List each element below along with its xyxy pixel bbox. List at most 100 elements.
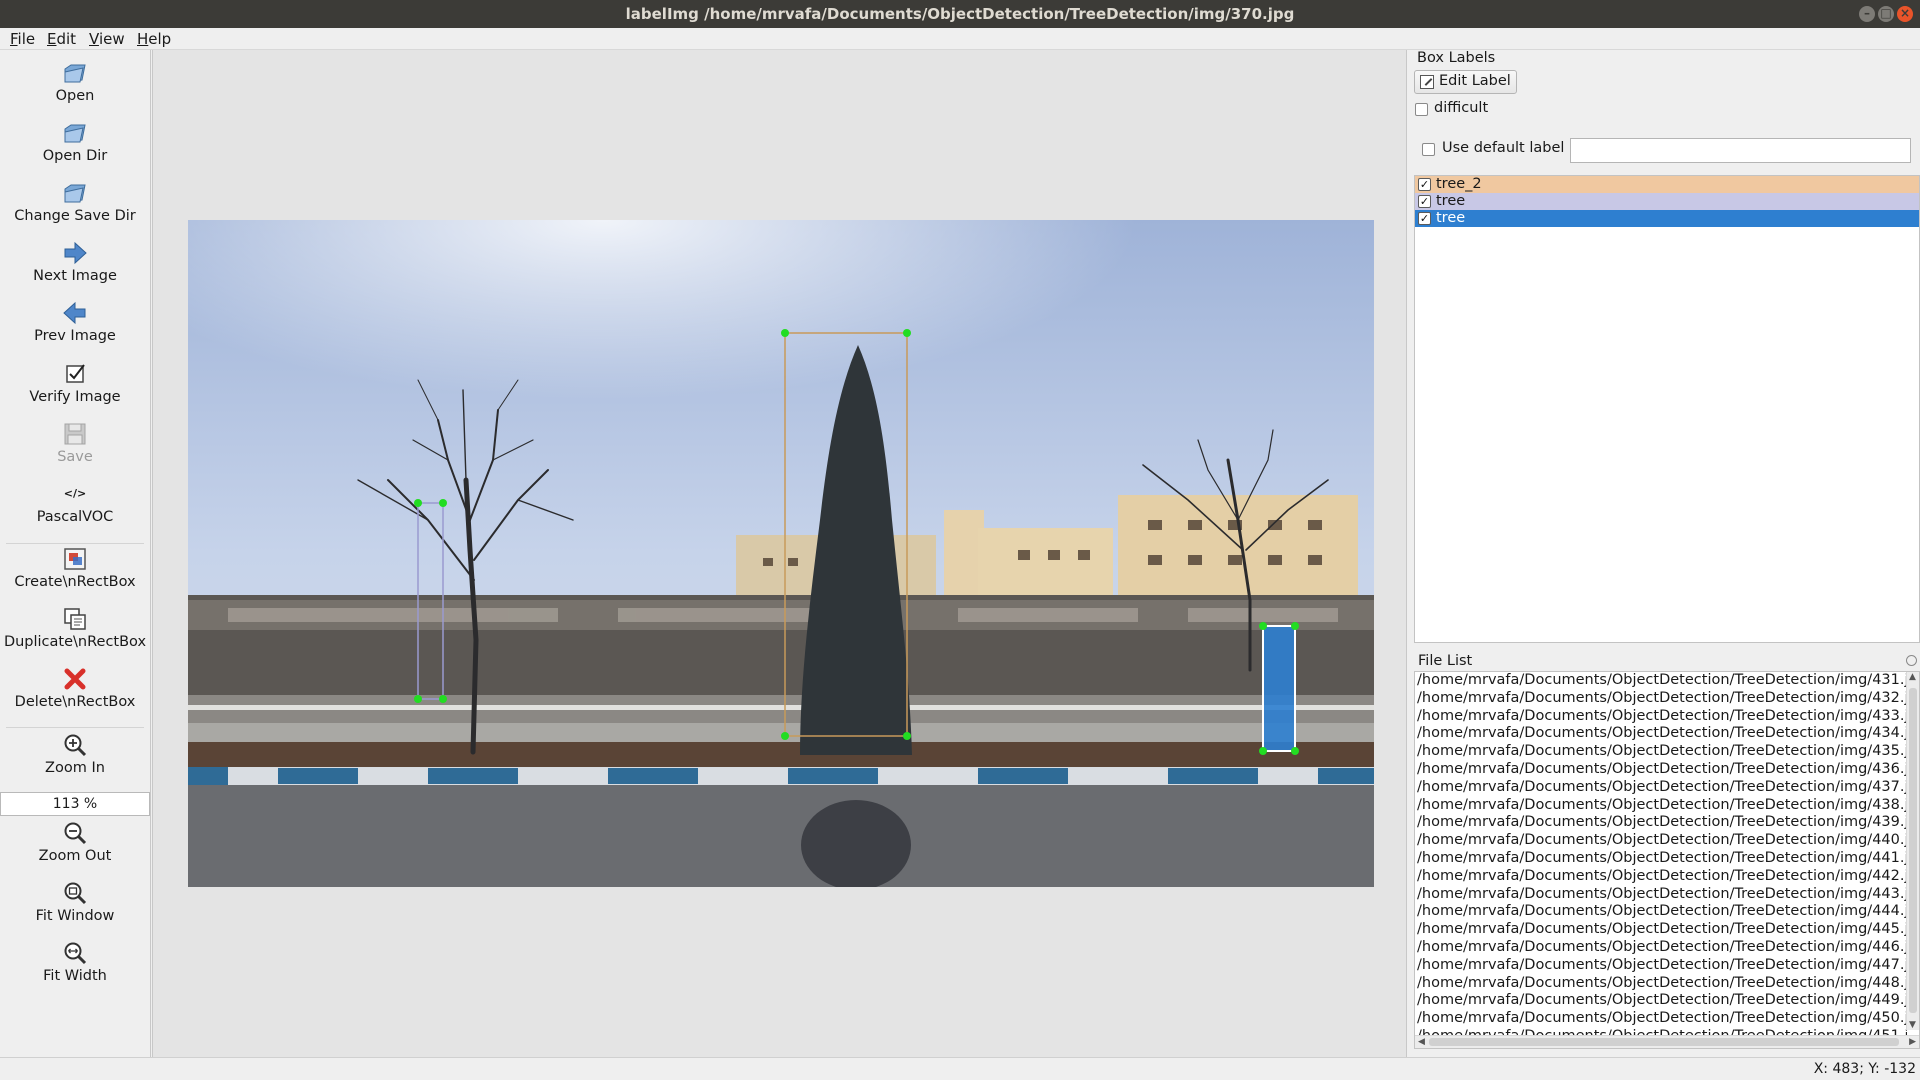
label-checkbox[interactable]: ✓ <box>1418 212 1431 225</box>
save-icon <box>64 423 86 445</box>
zoom-in-icon <box>64 734 87 757</box>
vertical-scrollbar[interactable]: ▲ ▼ <box>1906 672 1919 1030</box>
open-icon <box>64 64 86 83</box>
prev-image-icon <box>63 301 86 325</box>
annotated-image[interactable] <box>188 220 1374 887</box>
label-item[interactable]: ✓ tree <box>1415 193 1919 210</box>
change-save-dir-icon <box>64 184 86 203</box>
menu-file-mnemonic: F <box>10 30 18 48</box>
open-dir-icon <box>64 124 86 143</box>
file-list-item[interactable]: /home/mrvafa/Documents/ObjectDetection/T… <box>1417 975 1907 992</box>
file-list-item[interactable]: /home/mrvafa/Documents/ObjectDetection/T… <box>1417 725 1907 742</box>
cursor-coordinates: X: 483; Y: -132 <box>1813 1061 1916 1077</box>
file-list-item[interactable]: /home/mrvafa/Documents/ObjectDetection/T… <box>1417 903 1907 920</box>
scroll-up-icon[interactable]: ▲ <box>1909 672 1916 682</box>
change-save-dir-label: Change Save Dir <box>14 208 136 224</box>
default-label-input[interactable] <box>1570 138 1911 163</box>
label-text: tree <box>1436 193 1466 209</box>
file-list-item[interactable]: /home/mrvafa/Documents/ObjectDetection/T… <box>1417 992 1907 1009</box>
file-list-item[interactable]: /home/mrvafa/Documents/ObjectDetection/T… <box>1417 832 1907 849</box>
delete-rect-box-label: Delete\nRectBox <box>14 694 136 710</box>
box-labels-title: Box Labels <box>1417 50 1496 66</box>
save-button[interactable]: Save <box>0 421 150 465</box>
file-list-item[interactable]: /home/mrvafa/Documents/ObjectDetection/T… <box>1417 743 1907 760</box>
scroll-right-icon[interactable]: ▶ <box>1909 1037 1916 1047</box>
file-list-item[interactable]: /home/mrvafa/Documents/ObjectDetection/T… <box>1417 690 1907 707</box>
maximize-button[interactable]: □ <box>1878 6 1894 22</box>
label-checkbox[interactable]: ✓ <box>1418 195 1431 208</box>
file-list-item[interactable]: /home/mrvafa/Documents/ObjectDetection/T… <box>1417 957 1907 974</box>
fit-width-button[interactable]: Fit Width <box>0 940 150 984</box>
file-list-item[interactable]: /home/mrvafa/Documents/ObjectDetection/T… <box>1417 850 1907 867</box>
label-checkbox[interactable]: ✓ <box>1418 178 1431 191</box>
prev-image-button[interactable]: Prev Image <box>0 300 150 344</box>
edit-icon <box>1420 75 1434 89</box>
format-label: PascalVOC <box>36 509 114 525</box>
label-list[interactable]: ✓ tree_2 ✓ tree ✓ tree <box>1414 175 1920 643</box>
horizontal-scrollbar[interactable]: ◀ ▶ <box>1415 1035 1919 1048</box>
use-default-label-checkbox[interactable] <box>1422 143 1435 156</box>
image-canvas[interactable] <box>152 50 1407 1057</box>
menu-edit-label: dit <box>56 30 77 48</box>
statusbar: X: 483; Y: -132 <box>0 1057 1920 1080</box>
menu-help[interactable]: Help <box>137 30 171 48</box>
toolbar: Open Open Dir Change Save Dir Next Image… <box>0 50 151 1057</box>
close-button[interactable]: × <box>1897 6 1913 22</box>
file-list-item[interactable]: /home/mrvafa/Documents/ObjectDetection/T… <box>1417 1010 1907 1027</box>
label-item-selected[interactable]: ✓ tree <box>1415 210 1919 227</box>
open-dir-button[interactable]: Open Dir <box>0 120 150 164</box>
toolbar-separator <box>6 727 144 728</box>
file-list[interactable]: /home/mrvafa/Documents/ObjectDetection/T… <box>1414 671 1920 1049</box>
change-save-dir-button[interactable]: Change Save Dir <box>0 180 150 224</box>
menu-edit[interactable]: Edit <box>47 30 76 48</box>
format-button[interactable]: </> PascalVOC <box>0 487 150 525</box>
edit-label-text: Edit Label <box>1439 73 1511 89</box>
file-list-item[interactable]: /home/mrvafa/Documents/ObjectDetection/T… <box>1417 886 1907 903</box>
verify-image-button[interactable]: Verify Image <box>0 361 150 405</box>
zoom-out-icon <box>64 822 87 845</box>
menu-view-mnemonic: V <box>89 30 99 48</box>
window-titlebar: labelImg /home/mrvafa/Documents/ObjectDe… <box>0 0 1920 28</box>
file-list-item[interactable]: /home/mrvafa/Documents/ObjectDetection/T… <box>1417 939 1907 956</box>
file-list-item[interactable]: /home/mrvafa/Documents/ObjectDetection/T… <box>1417 779 1907 796</box>
file-list-item[interactable]: /home/mrvafa/Documents/ObjectDetection/T… <box>1417 672 1907 689</box>
label-item[interactable]: ✓ tree_2 <box>1415 176 1919 193</box>
file-list-item[interactable]: /home/mrvafa/Documents/ObjectDetection/T… <box>1417 761 1907 778</box>
file-list-item[interactable]: /home/mrvafa/Documents/ObjectDetection/T… <box>1417 797 1907 814</box>
close-icon: × <box>1899 6 1911 20</box>
difficult-checkbox[interactable] <box>1415 103 1428 116</box>
difficult-label: difficult <box>1434 100 1489 116</box>
toolbar-separator <box>6 543 144 544</box>
menubar: File Edit View Help <box>0 28 1920 50</box>
menu-file[interactable]: File <box>10 30 35 48</box>
minimize-button[interactable]: – <box>1859 6 1875 22</box>
menu-help-mnemonic: H <box>137 30 149 48</box>
file-list-item[interactable]: /home/mrvafa/Documents/ObjectDetection/T… <box>1417 814 1907 831</box>
delete-rect-box-button[interactable]: Delete\nRectBox <box>0 666 150 710</box>
zoom-out-button[interactable]: Zoom Out <box>0 820 150 864</box>
zoom-in-button[interactable]: Zoom In <box>0 732 150 776</box>
next-image-button[interactable]: Next Image <box>0 240 150 284</box>
fit-window-button[interactable]: Fit Window <box>0 880 150 924</box>
dock-float-icon[interactable] <box>1906 655 1917 666</box>
menu-view[interactable]: View <box>89 30 125 48</box>
duplicate-rect-box-button[interactable]: Duplicate\nRectBox <box>0 606 150 650</box>
zoom-in-label: Zoom In <box>45 760 105 776</box>
edit-label-button[interactable]: Edit Label <box>1414 70 1517 94</box>
maximize-icon: □ <box>1880 6 1892 20</box>
file-list-item[interactable]: /home/mrvafa/Documents/ObjectDetection/T… <box>1417 708 1907 725</box>
scroll-down-icon[interactable]: ▼ <box>1909 1020 1916 1030</box>
scroll-thumb[interactable] <box>1909 688 1917 1013</box>
create-rect-box-label: Create\nRectBox <box>14 574 136 590</box>
open-button[interactable]: Open <box>0 60 150 104</box>
file-list-item[interactable]: /home/mrvafa/Documents/ObjectDetection/T… <box>1417 921 1907 938</box>
file-list-title: File List <box>1418 653 1473 669</box>
create-rect-box-button[interactable]: Create\nRectBox <box>0 546 150 590</box>
scroll-thumb[interactable] <box>1429 1038 1899 1046</box>
scroll-left-icon[interactable]: ◀ <box>1418 1037 1425 1047</box>
minimize-icon: – <box>1864 6 1870 20</box>
file-list-item[interactable]: /home/mrvafa/Documents/ObjectDetection/T… <box>1417 868 1907 885</box>
next-image-label: Next Image <box>33 268 117 284</box>
menu-view-label: iew <box>98 30 125 48</box>
zoom-spinbox[interactable]: 113 % <box>0 792 150 816</box>
